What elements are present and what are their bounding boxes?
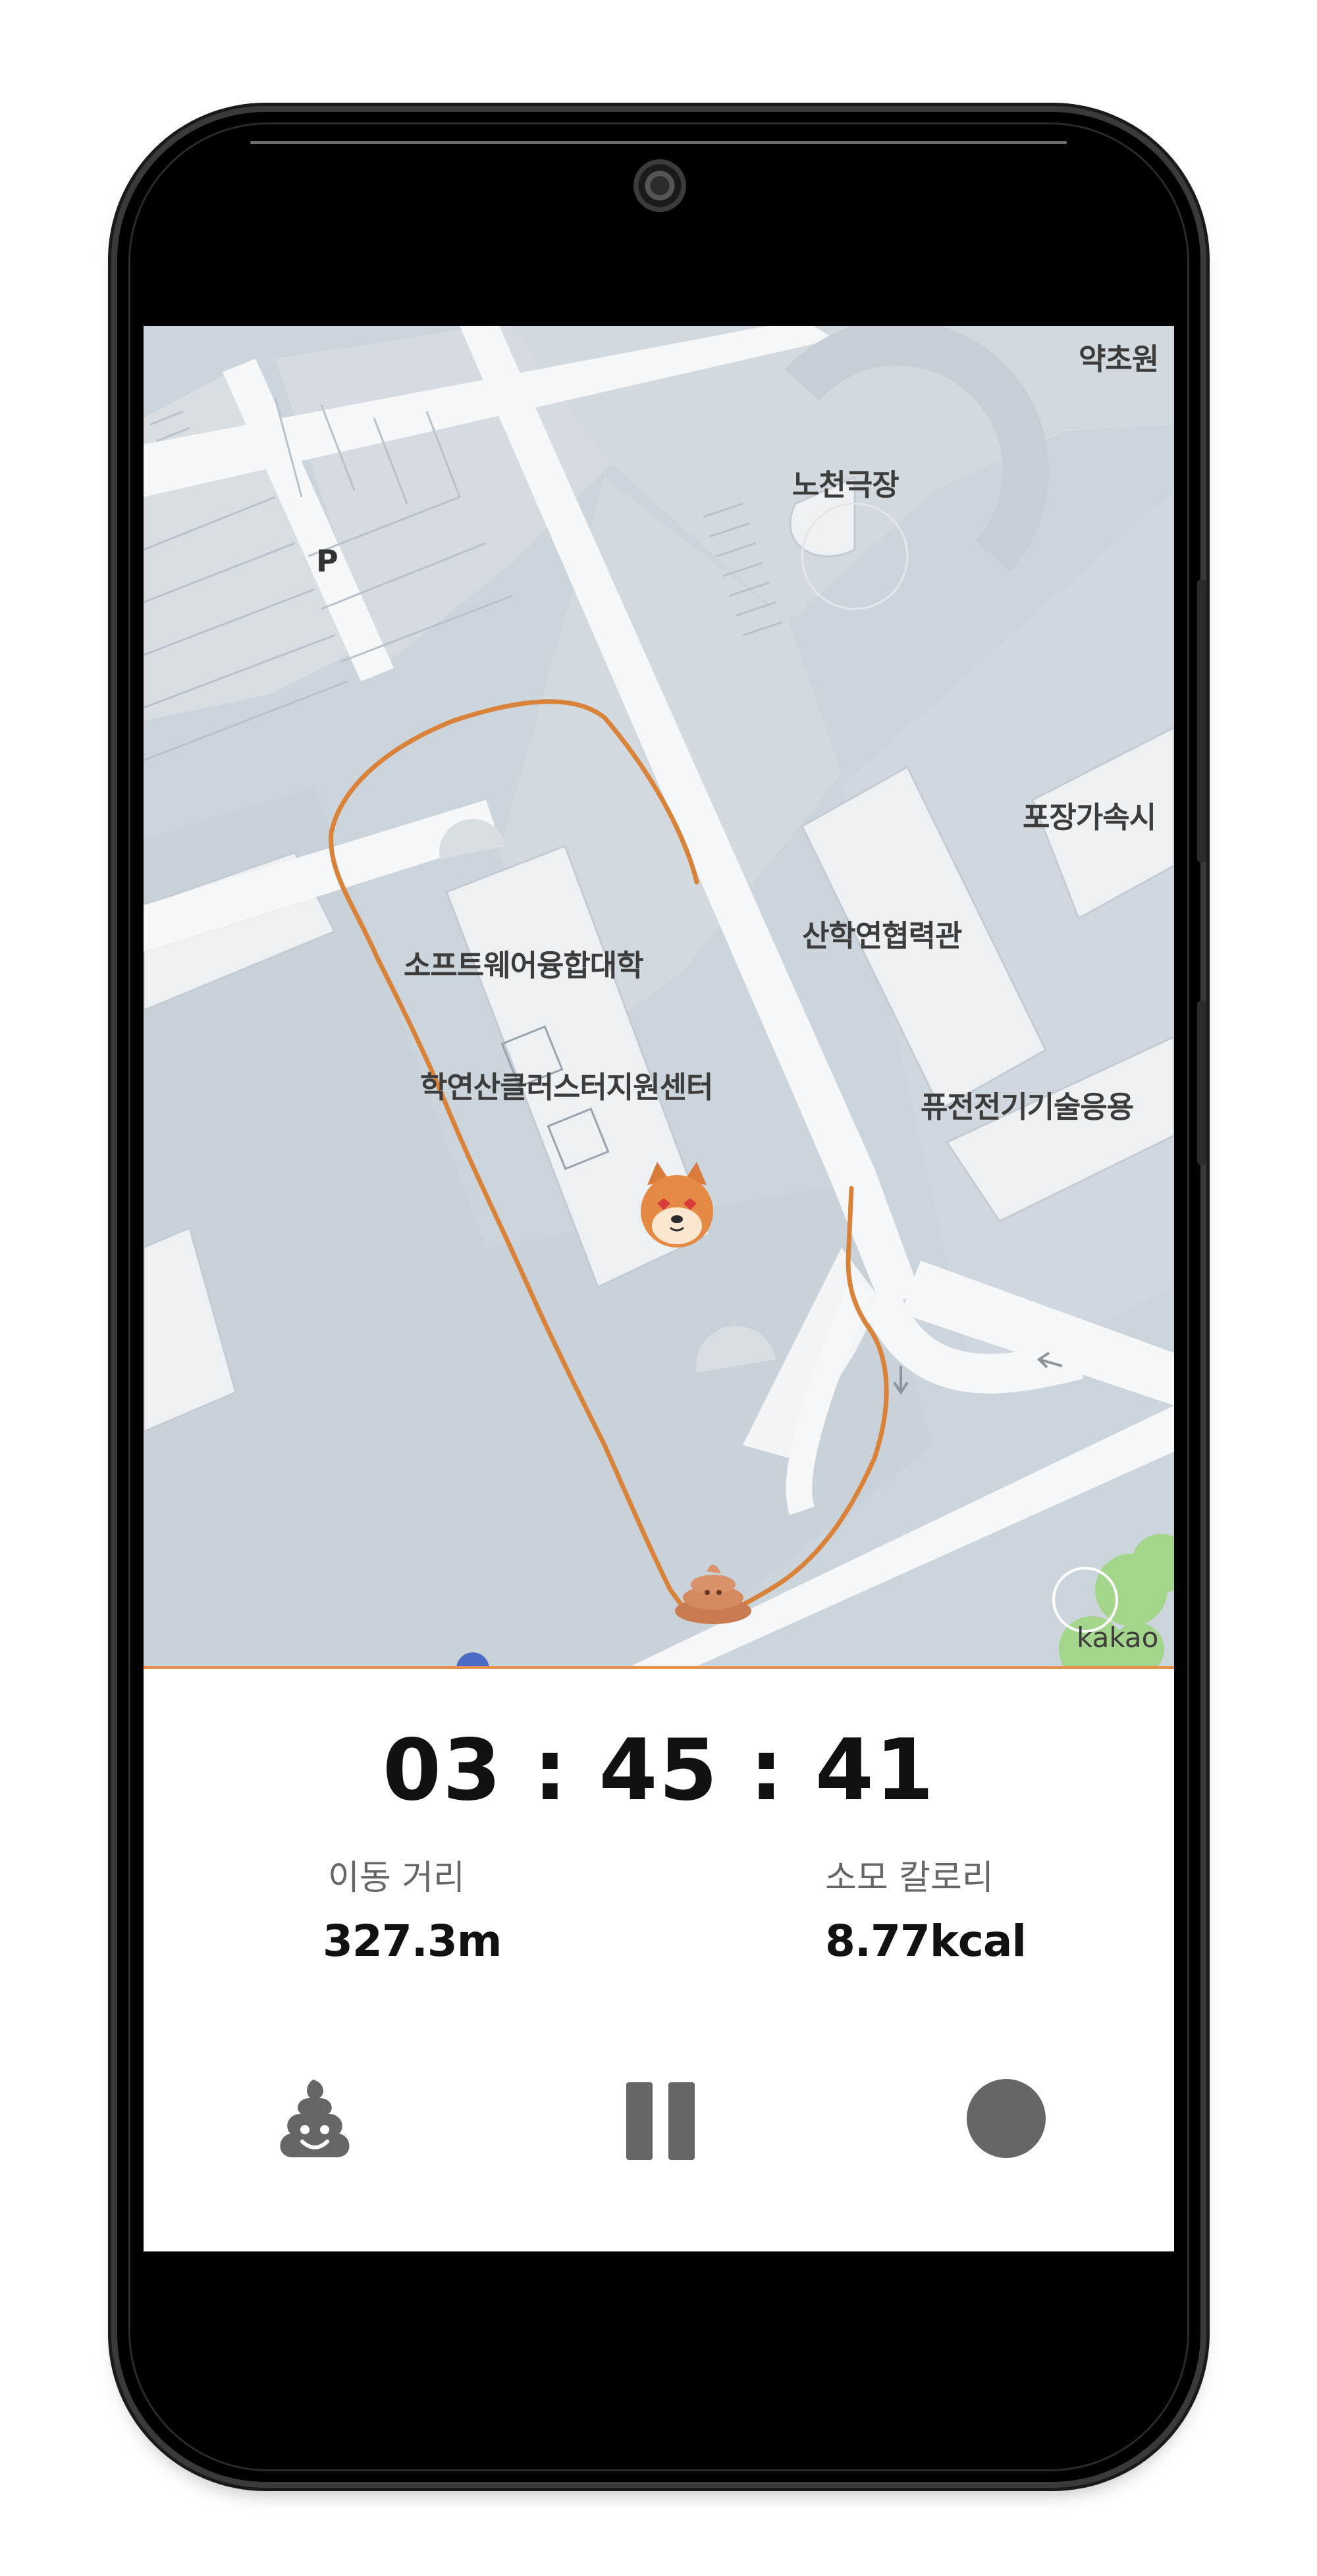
front-camera: [633, 159, 686, 212]
stop-button[interactable]: [963, 2076, 1049, 2161]
power-button: [1197, 1001, 1206, 1165]
map-label-cluster-center: 학연산클러스터지원센터: [420, 1070, 713, 1105]
walk-timer: 03 : 45 : 41: [383, 1722, 935, 1820]
kakao-map-logo: kakao: [1077, 1621, 1159, 1654]
app-screen: 약초원 노천극장 포장가속시 산학연협력관 소프트웨어융합대학 학연산클러스터지…: [144, 326, 1174, 2251]
calorie-label: 소모 칼로리: [825, 1858, 994, 1898]
distance-label: 이동 거리: [328, 1858, 465, 1898]
parking-icon: P: [316, 543, 338, 579]
map-view[interactable]: 약초원 노천극장 포장가속시 산학연협력관 소프트웨어융합대학 학연산클러스터지…: [144, 326, 1174, 1666]
map-label-software: 소프트웨어융합대학: [404, 948, 644, 983]
stop-circle-icon: [967, 2079, 1046, 2158]
distance-value: 327.3m: [323, 1916, 502, 1966]
map-divider: [144, 1666, 1174, 1669]
map-label-nocheon-theater: 노천극장: [792, 467, 900, 502]
pause-button[interactable]: [625, 2076, 697, 2161]
map-label-fusion-tech: 퓨전전기기술응용: [921, 1090, 1134, 1124]
map-label-industry-academic: 산학연협력관: [802, 918, 962, 953]
volume-button: [1197, 579, 1206, 862]
earpiece-speaker: [250, 141, 1067, 144]
pause-icon: [626, 2082, 695, 2160]
calorie-value: 8.77kcal: [825, 1916, 1027, 1966]
map-canvas: [144, 326, 1174, 1666]
map-label-packaging-center: 포장가속시: [1023, 800, 1156, 835]
poop-icon: [280, 2080, 350, 2157]
poop-button[interactable]: [272, 2076, 358, 2161]
map-label-yakchowon: 약초원: [1079, 342, 1159, 377]
